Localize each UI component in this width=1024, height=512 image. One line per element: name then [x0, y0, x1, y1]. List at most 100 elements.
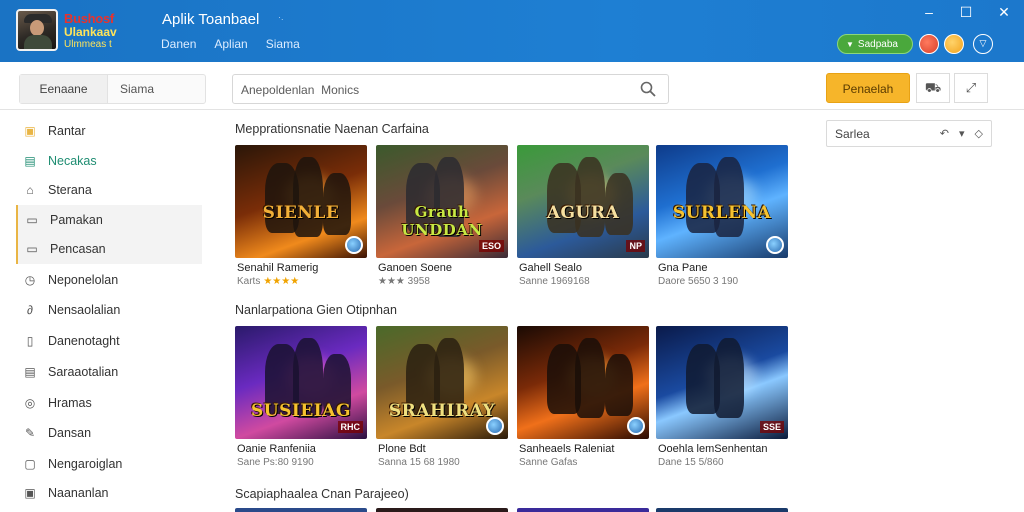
platform-badge-icon — [486, 417, 504, 435]
tab-active[interactable]: Eenaane — [20, 75, 108, 103]
game-card[interactable]: Grauh UNDDAN ESO Ganoen Soene ★★★ 3958 — [376, 145, 508, 295]
game-title[interactable]: Oanie Ranfeniia — [237, 443, 316, 455]
notification-icon[interactable] — [919, 34, 939, 54]
close-button[interactable]: ✕ — [993, 3, 1015, 21]
avatar-face — [30, 20, 44, 36]
sidebar-item-label: Necakas — [48, 154, 97, 168]
game-title[interactable]: Ooehla lemSenhentan — [658, 443, 767, 455]
game-title[interactable]: Ganoen Soene — [378, 262, 452, 274]
list-icon: ▤ — [24, 365, 36, 379]
coin-icon[interactable] — [944, 34, 964, 54]
game-meta-text: Sane Ps:80 9190 — [237, 457, 314, 468]
top-nav-item-2[interactable]: Aplian — [214, 37, 247, 51]
game-thumbnail[interactable]: AGURA NP — [517, 145, 649, 258]
game-card[interactable]: SIENLE Senahil Ramerig Karts ★★★★ — [235, 145, 367, 295]
store-icon: ⌂ — [26, 183, 34, 197]
game-meta: Daore 5650 3 190 — [658, 276, 738, 287]
sidebar-item-1[interactable]: ▣ Rantar — [16, 116, 202, 146]
game-thumbnail[interactable]: SURLENA — [656, 145, 788, 258]
search-input[interactable] — [241, 81, 631, 99]
character-figure — [714, 157, 744, 237]
character-figure — [575, 338, 605, 418]
sidebar-item-12[interactable]: ▢ Nengaroiglan — [16, 449, 202, 479]
character-figure — [714, 338, 744, 418]
character-figure — [575, 157, 605, 237]
sidebar-item-10[interactable]: ◎ Hramas — [16, 388, 202, 418]
play-icon: ▼ — [846, 40, 854, 49]
game-meta-text: Sanne Gafas — [519, 457, 578, 468]
download-icon[interactable]: ▽ — [973, 34, 993, 54]
sidebar-item-13[interactable]: ▣ Naananlan — [16, 478, 202, 508]
book-icon: ▯ — [26, 334, 34, 348]
tab-inactive[interactable]: Siama — [108, 75, 154, 103]
sidebar-item-label: Nengaroiglan — [48, 457, 123, 471]
platform-badge-icon — [345, 236, 363, 254]
game-card[interactable]: SUSIEIAG RHC Oanie Ranfeniia Sane Ps:80 919… — [235, 326, 367, 476]
sidebar-item-label: Neponelolan — [48, 273, 119, 287]
document-icon: ▭ — [26, 213, 38, 227]
game-thumbnail[interactable]: Grauh UNDDAN ESO — [376, 145, 508, 258]
view-switch: Eenaane Siama — [19, 74, 206, 104]
maximize-button[interactable]: ☐ — [955, 3, 977, 21]
minimize-button[interactable]: – — [918, 3, 940, 21]
game-card[interactable]: SRAHIRAY Plone Bdt Sanna 15 68 1980 — [376, 326, 508, 476]
sidebar-item-4[interactable]: ▭ Pamakan — [16, 205, 202, 235]
sidebar-item-7[interactable]: ∂ Nensaolalian — [16, 295, 202, 325]
cart-icon[interactable]: ⛟ — [916, 73, 950, 103]
top-nav-item-3[interactable]: Siama — [266, 37, 300, 51]
game-title[interactable]: Plone Bdt — [378, 443, 426, 455]
game-thumbnail[interactable] — [517, 326, 649, 439]
primary-button[interactable]: Penaelah — [826, 73, 910, 103]
game-title[interactable]: Gna Pane — [658, 262, 708, 274]
game-thumbnail[interactable]: SUSIEIAG RHC — [235, 326, 367, 439]
sidebar-item-9[interactable]: ▤ Saraaotalian — [16, 357, 202, 387]
sidebar-item-6[interactable]: ◷ Neponelolan — [16, 265, 202, 295]
game-card[interactable]: SURLENA Gna Pane Daore 5650 3 190 — [656, 145, 788, 295]
rating-badge: SSE — [759, 421, 784, 433]
game-meta: Sane Ps:80 9190 — [237, 457, 314, 468]
game-card[interactable]: Sanheaels Raleniat Sanne Gafas — [517, 326, 649, 476]
expand-icon[interactable]: ⤢ — [954, 73, 988, 103]
search-box — [232, 74, 669, 104]
platform-badge-icon — [766, 236, 784, 254]
diamond-icon[interactable]: ◇ — [975, 127, 983, 140]
top-nav-item-1[interactable]: Danen — [161, 37, 196, 51]
sidebar-item-label: Dansan — [48, 426, 92, 440]
search-icon[interactable] — [640, 81, 656, 97]
rating-stars: ★★★★ — [263, 276, 300, 287]
game-meta: Sanna 15 68 1980 — [378, 457, 460, 468]
rating-badge: NP — [626, 240, 645, 252]
game-card[interactable]: SSE Ooehla lemSenhentan Dane 15 5/860 — [656, 326, 788, 476]
game-card[interactable]: AGURA NP Gahell Sealo Sanne 1969168 — [517, 145, 649, 295]
sidebar-item-label: Pencasan — [50, 242, 106, 256]
game-thumbnail[interactable]: SRAHIRAY — [376, 326, 508, 439]
game-title[interactable]: Sanheaels Raleniat — [519, 443, 614, 455]
filter-dropdown[interactable]: Sarlea ↶ ▾ ◇ — [826, 120, 992, 147]
filter-icons: ↶ ▾ ◇ — [940, 127, 983, 140]
app-title: Aplik Toanbael — [162, 11, 260, 28]
game-thumbnail-partial[interactable] — [517, 508, 649, 512]
game-thumbnail[interactable]: SIENLE — [235, 145, 367, 258]
sidebar-item-5[interactable]: ▭ Pencasan — [16, 234, 202, 264]
sidebar-item-label: Danenotaght — [48, 334, 120, 348]
sidebar-item-label: Naananlan — [48, 486, 109, 500]
sidebar-item-11[interactable]: ✎ Dansan — [16, 418, 202, 448]
folder-icon: ▭ — [26, 242, 38, 256]
game-meta: ★★★ 3958 — [378, 276, 430, 287]
game-title[interactable]: Gahell Sealo — [519, 262, 582, 274]
sidebar-item-2[interactable]: ▤ Necakas — [16, 146, 202, 176]
sidebar-item-label: Saraaotalian — [48, 365, 119, 379]
top-nav: Danen Aplian Siama — [161, 37, 300, 51]
game-thumbnail-partial[interactable] — [235, 508, 367, 512]
brand-line-3: Ulmmeas t — [64, 39, 112, 50]
sidebar-item-3[interactable]: ⌂ Sterana — [16, 175, 202, 205]
game-thumbnail[interactable]: SSE — [656, 326, 788, 439]
game-title[interactable]: Senahil Ramerig — [237, 262, 318, 274]
avatar[interactable] — [16, 9, 58, 51]
game-thumbnail-partial[interactable] — [656, 508, 788, 512]
chevron-down-icon[interactable]: ▾ — [959, 127, 965, 140]
game-thumbnail-partial[interactable] — [376, 508, 508, 512]
sidebar-item-8[interactable]: ▯ Danenotaght — [16, 326, 202, 356]
status-pill[interactable]: ▼ Sadpaba — [837, 34, 913, 54]
undo-icon[interactable]: ↶ — [940, 127, 949, 140]
